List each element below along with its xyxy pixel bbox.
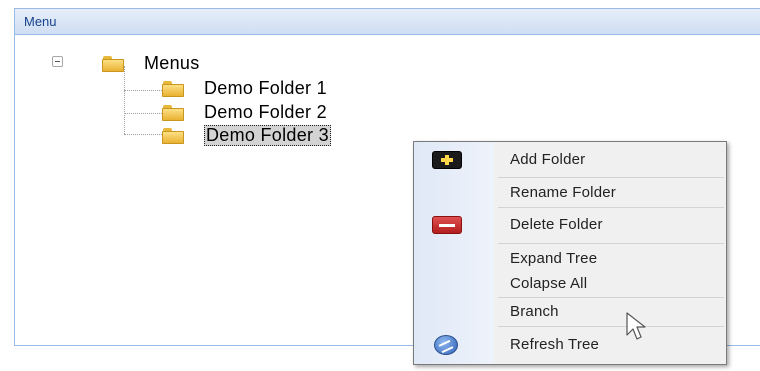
tree-connector-line xyxy=(124,90,162,91)
menu-item-label: Colapse All xyxy=(510,275,588,292)
folder-icon xyxy=(102,55,124,72)
folder-icon xyxy=(162,104,184,121)
add-folder-icon xyxy=(432,151,462,169)
panel-title: Menu xyxy=(24,14,57,29)
tree-node-demo-folder-3[interactable]: Demo Folder 3 xyxy=(162,124,331,146)
tree-node-label-selected: Demo Folder 3 xyxy=(204,124,331,146)
folder-icon xyxy=(162,80,184,97)
menu-item-add-folder[interactable]: Add Folder xyxy=(414,145,726,175)
tree-node-demo-folder-1[interactable]: Demo Folder 1 xyxy=(162,77,327,99)
tree-connector-line xyxy=(124,113,162,114)
tree-node-label: Menus xyxy=(144,52,200,73)
tree-connector-line xyxy=(124,134,162,135)
menu-item-rename-folder[interactable]: Rename Folder xyxy=(414,178,726,208)
delete-folder-icon xyxy=(432,216,462,234)
context-menu: Add Folder Rename Folder Delete Folder E… xyxy=(413,141,727,365)
tree-node-label: Demo Folder 2 xyxy=(204,101,327,122)
tree-connector-line xyxy=(124,66,125,134)
tree-node-label: Demo Folder 1 xyxy=(204,77,327,98)
menu-separator xyxy=(498,207,724,208)
mouse-pointer-icon xyxy=(626,312,646,340)
menu-item-colapse-all[interactable]: Colapse All xyxy=(414,269,726,299)
menu-separator xyxy=(498,326,724,327)
menu-item-label: Branch xyxy=(510,303,559,320)
collapse-toggle-icon[interactable] xyxy=(52,56,63,67)
menu-item-label: Refresh Tree xyxy=(510,336,600,353)
menu-item-label: Add Folder xyxy=(510,151,586,168)
refresh-icon xyxy=(434,335,458,355)
folder-icon xyxy=(162,127,184,144)
menu-item-branch[interactable]: Branch xyxy=(414,297,726,327)
menu-item-delete-folder[interactable]: Delete Folder xyxy=(414,210,726,240)
panel-header: Menu xyxy=(15,9,760,35)
menu-item-label: Rename Folder xyxy=(510,184,616,201)
menu-item-refresh-tree[interactable]: Refresh Tree xyxy=(414,330,726,360)
tree-node-demo-folder-2[interactable]: Demo Folder 2 xyxy=(162,101,327,123)
menu-item-label: Delete Folder xyxy=(510,216,603,233)
tree-node-menus[interactable]: Menus xyxy=(102,52,200,74)
